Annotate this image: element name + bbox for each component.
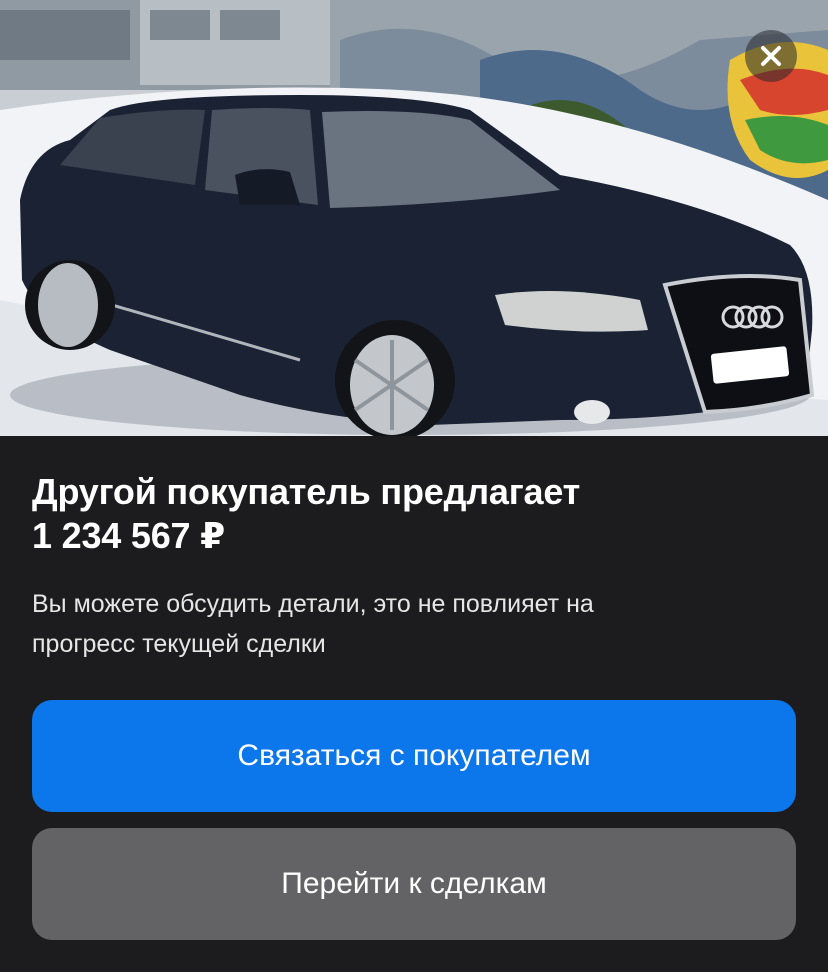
- offer-price: 1 234 567 ₽: [32, 515, 226, 556]
- go-to-deals-button-label: Перейти к сделкам: [281, 867, 547, 900]
- contact-buyer-button[interactable]: Связаться с покупателем: [32, 700, 796, 812]
- offer-title-text: Другой покупатель предлагает: [32, 471, 581, 512]
- offer-description: Вы можете обсудить детали, это не повлия…: [32, 558, 796, 664]
- contact-buyer-button-label: Связаться с покупателем: [237, 739, 591, 772]
- close-button[interactable]: [745, 30, 797, 82]
- offer-modal: Другой покупатель предлагает 1 234 567 ₽…: [0, 0, 828, 972]
- car-photo: [0, 0, 828, 436]
- go-to-deals-button[interactable]: Перейти к сделкам: [32, 828, 796, 940]
- offer-description-line-2: прогресс текущей сделки: [32, 630, 326, 658]
- close-icon: [761, 46, 781, 66]
- offer-description-line-1: Вы можете обсудить детали, это не повлия…: [32, 590, 594, 618]
- offer-content: Другой покупатель предлагает 1 234 567 ₽…: [32, 436, 796, 664]
- offer-title: Другой покупатель предлагает 1 234 567 ₽: [32, 436, 796, 558]
